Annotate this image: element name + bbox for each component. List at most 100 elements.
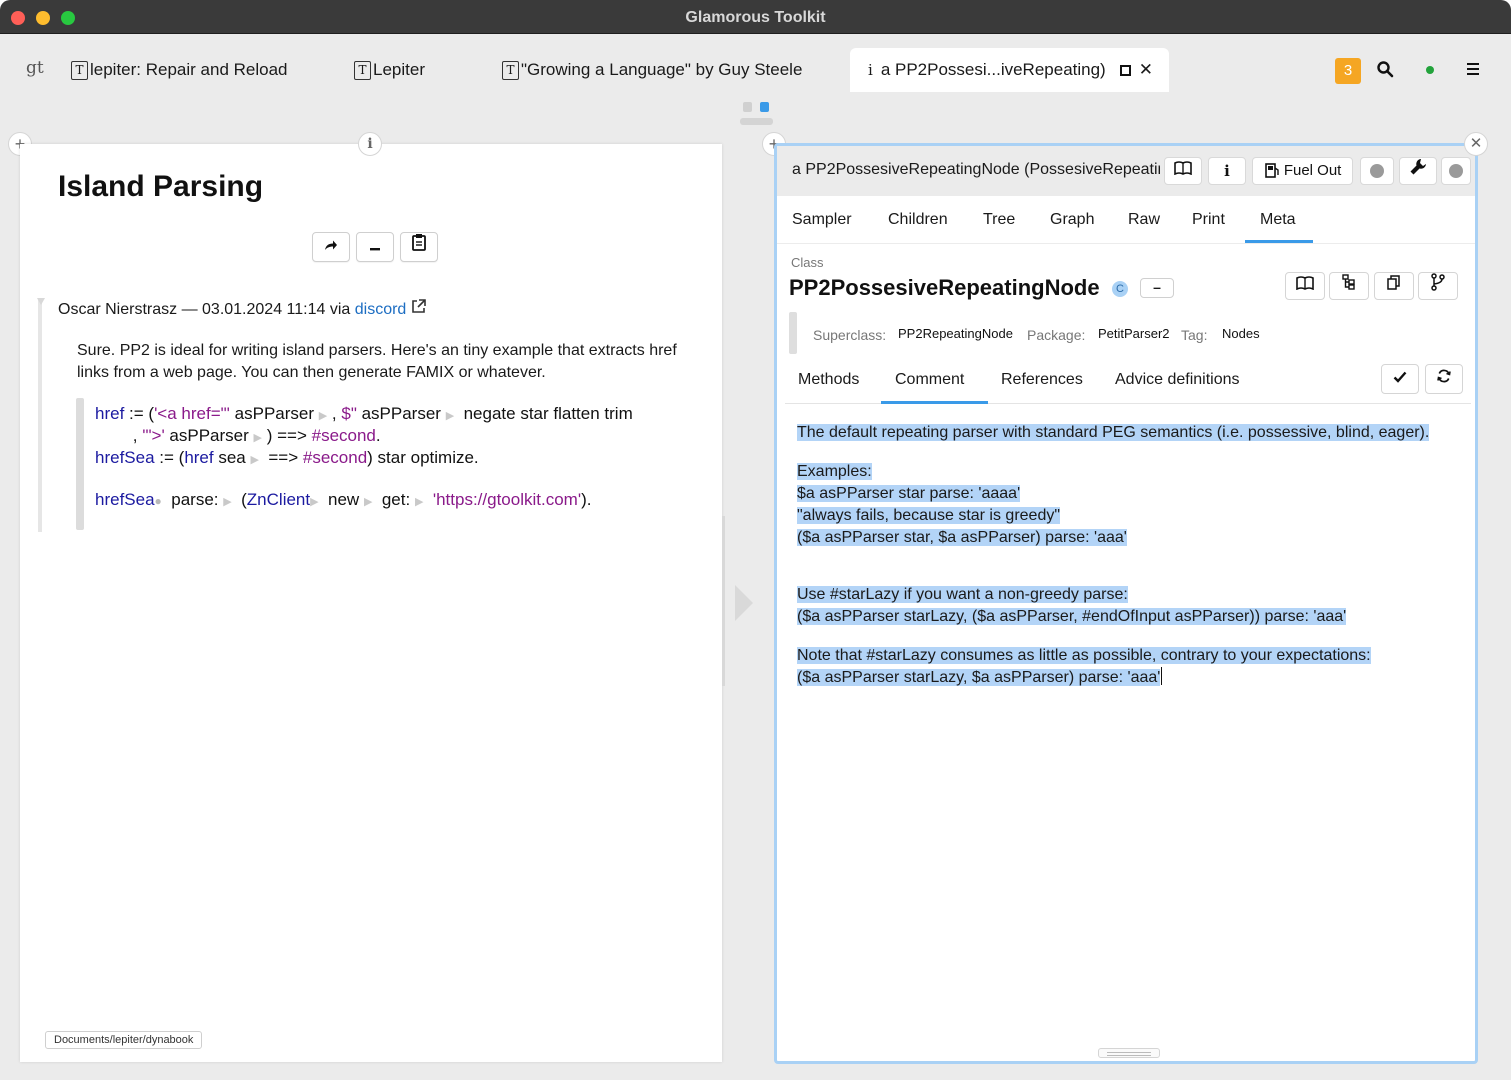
tab-inspector-active[interactable]: i a PP2Possesi...iveRepeating) ✕ — [850, 48, 1169, 92]
author-info: Oscar Nierstrasz — 03.01.2024 11:14 via — [58, 301, 351, 318]
comment-line: The default repeating parser with standa… — [797, 424, 1430, 441]
expand-message-icon[interactable]: ▶ — [310, 496, 318, 508]
tab-meta[interactable]: Meta — [1260, 211, 1296, 229]
package-label: Package: — [1027, 327, 1086, 343]
maximize-tab-icon[interactable] — [1119, 64, 1131, 76]
code-token: asPParser — [164, 426, 254, 445]
accept-button[interactable] — [1381, 364, 1419, 394]
code-token: asPParser — [356, 404, 446, 423]
copy-to-clipboard-button[interactable] — [400, 232, 438, 262]
minus-icon — [370, 248, 380, 251]
code-token: hrefSea — [95, 490, 155, 509]
collapse-button[interactable] — [356, 232, 394, 262]
comment-line: Examples: — [797, 463, 872, 480]
search-icon[interactable] — [1376, 60, 1394, 83]
code-token: #second — [311, 426, 376, 445]
metadata-bar — [789, 312, 797, 354]
copy-icon — [1387, 275, 1400, 290]
tab-growing-a-language[interactable]: T "Growing a Language" by Guy Steele — [502, 48, 802, 92]
pane-splitter[interactable] — [722, 516, 725, 686]
tab-references[interactable]: References — [1001, 371, 1083, 389]
code-token: := ( — [154, 448, 185, 467]
refresh-button[interactable] — [1425, 364, 1463, 394]
external-link-icon[interactable] — [411, 299, 426, 318]
tab-tree[interactable]: Tree — [983, 211, 1015, 229]
tab-label: "Growing a Language" by Guy Steele — [521, 60, 803, 79]
expand-message-icon[interactable]: ▶ — [223, 496, 231, 508]
fuel-out-button[interactable]: Fuel Out — [1252, 157, 1353, 185]
comment-line: Note that #starLazy consumes as little a… — [797, 647, 1371, 664]
share-button[interactable] — [312, 232, 350, 262]
page-info-button[interactable]: i — [358, 132, 382, 156]
window-titlebar: Glamorous Toolkit — [0, 0, 1511, 34]
notification-badge[interactable]: 3 — [1335, 58, 1361, 84]
tab-label: lepiter: Repair and Reload — [90, 60, 288, 79]
close-pane-button[interactable]: ✕ — [1464, 132, 1488, 156]
fuel-icon — [1264, 163, 1279, 178]
tab-children[interactable]: Children — [888, 211, 948, 229]
expand-message-icon[interactable]: ▶ — [446, 410, 454, 422]
tab-raw[interactable]: Raw — [1128, 211, 1160, 229]
code-token: ) ==> — [261, 426, 312, 445]
class-sub-tabs: Methods Comment References Advice defini… — [785, 360, 1471, 404]
class-label: Class — [791, 255, 824, 270]
hierarchy-button[interactable] — [1329, 272, 1369, 300]
package-link[interactable]: PetitParser2 — [1098, 326, 1170, 341]
variable-marker-icon: ● — [154, 494, 162, 508]
tab-lepiter-repair[interactable]: T lepiter: Repair and Reload — [71, 48, 288, 92]
pane-resize-handle[interactable] — [1098, 1048, 1160, 1058]
record-button[interactable] — [1360, 157, 1394, 185]
git-branch-button[interactable] — [1418, 272, 1458, 300]
tab-comment[interactable]: Comment — [895, 371, 964, 389]
browse-button[interactable] — [1164, 157, 1202, 185]
more-button[interactable] — [1441, 157, 1471, 185]
superclass-link[interactable]: PP2RepeatingNode — [898, 326, 1013, 341]
page-title[interactable]: Island Parsing — [58, 170, 263, 204]
code-token: ZnClient — [246, 490, 311, 509]
expand-message-icon[interactable]: ▶ — [254, 432, 262, 444]
code-token: new — [318, 490, 364, 509]
tag-link[interactable]: Nodes — [1222, 326, 1260, 341]
comment-line: "always fails, because star is greedy" — [797, 507, 1061, 524]
code-token: ) star optimize. — [367, 448, 479, 467]
copy-class-button[interactable] — [1374, 272, 1414, 300]
tab-graph[interactable]: Graph — [1050, 211, 1094, 229]
tab-lepiter[interactable]: T Lepiter — [354, 48, 425, 92]
gt-logo[interactable]: gt — [26, 58, 44, 78]
code-token: , — [95, 426, 143, 445]
tab-print[interactable]: Print — [1192, 211, 1225, 229]
code-text[interactable]: href := ('<a href="' asPParser ▶ , $" as… — [95, 404, 633, 512]
comment-line: ($a asPParser starLazy, ($a asPParser, #… — [797, 608, 1347, 625]
pager-scrollbar[interactable] — [740, 118, 773, 125]
collapse-snippet-icon[interactable] — [37, 298, 45, 305]
tab-methods[interactable]: Methods — [798, 371, 859, 389]
class-name[interactable]: PP2PossesiveRepeatingNode — [789, 275, 1100, 301]
expand-message-icon[interactable]: ▶ — [250, 454, 258, 466]
discord-link[interactable]: discord — [355, 301, 407, 318]
close-tab-icon[interactable]: ✕ — [1139, 60, 1153, 80]
pager-dot[interactable] — [743, 102, 752, 112]
code-token: '">' — [142, 426, 165, 445]
code-token: negate star flatten trim — [454, 404, 633, 423]
tools-button[interactable] — [1399, 157, 1437, 185]
inspect-info-button[interactable]: i — [1208, 157, 1246, 185]
comment-line: ($a asPParser starLazy, $a asPParser) pa… — [797, 669, 1161, 686]
code-token: . — [375, 426, 381, 445]
code-token: 'https://gtoolkit.com' — [423, 490, 582, 509]
git-branch-icon — [1431, 273, 1445, 291]
tag-label: Tag: — [1181, 327, 1208, 343]
hamburger-menu-icon[interactable] — [1466, 60, 1482, 83]
code-token: ). — [581, 490, 592, 509]
class-comment-editor[interactable]: The default repeating parser with standa… — [797, 422, 1430, 689]
browse-class-button[interactable] — [1285, 272, 1325, 300]
tab-sampler[interactable]: Sampler — [792, 211, 852, 229]
class-metadata: Superclass: PP2RepeatingNode Package: Pe… — [789, 312, 1463, 354]
code-token: , — [327, 404, 342, 423]
hierarchy-icon — [1342, 274, 1355, 290]
class-collapse-button[interactable]: – — [1140, 278, 1174, 298]
expand-message-icon[interactable]: ▶ — [319, 410, 327, 422]
database-path[interactable]: Documents/lepiter/dynabook — [45, 1031, 203, 1049]
pager-dot-active[interactable] — [760, 102, 769, 112]
tab-advice-definitions[interactable]: Advice definitions — [1115, 371, 1240, 389]
code-snippet[interactable]: href := ('<a href="' asPParser ▶ , $" as… — [76, 398, 696, 530]
